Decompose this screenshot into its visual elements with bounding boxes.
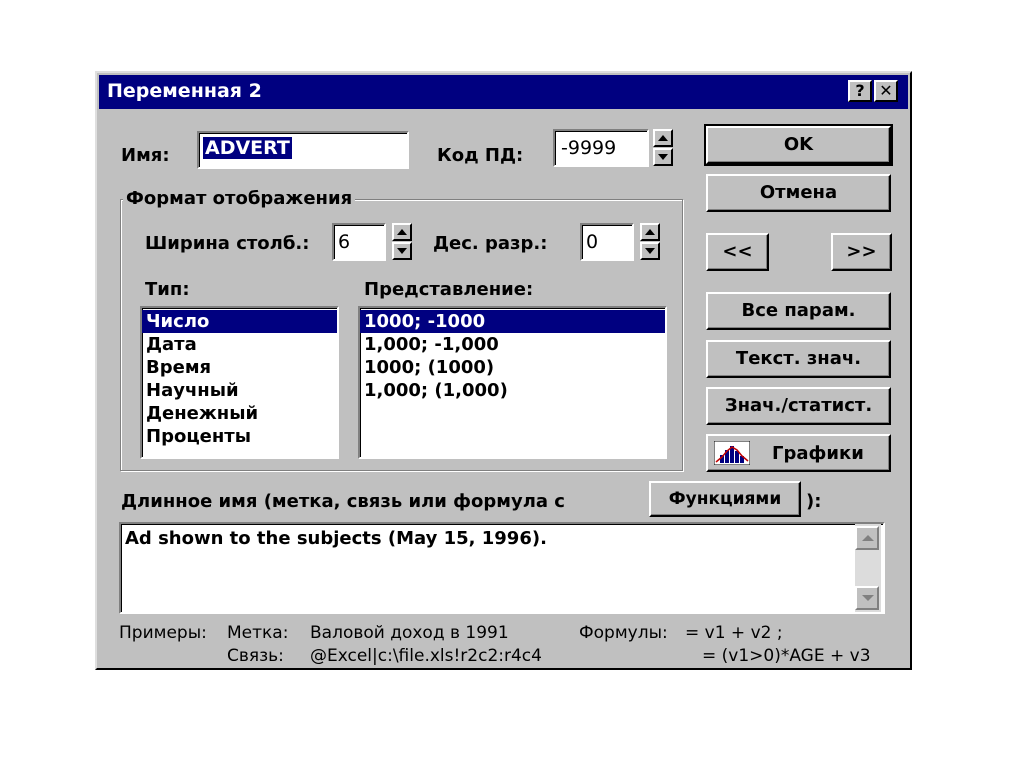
decimals-value: 0 (586, 231, 599, 253)
examples-link-value: @Excel|c:\file.xls!r2c2:r4c4 (310, 646, 542, 666)
examples-formula-2: = (v1>0)*AGE + v3 (702, 646, 871, 666)
list-item[interactable]: 1000; (1000) (360, 356, 665, 379)
examples-label-key: Метка: (227, 623, 289, 643)
column-width-spinner[interactable] (392, 223, 412, 261)
format-group-legend: Формат отображения (123, 188, 356, 209)
type-listbox[interactable]: Число Дата Время Научный Денежный Проценты (140, 306, 339, 459)
missing-code-input[interactable]: -9999 (553, 129, 649, 167)
arrow-down-icon (862, 595, 874, 601)
help-button[interactable]: ? (848, 80, 872, 102)
list-item[interactable]: Число (142, 310, 337, 333)
examples-formula-1: = v1 + v2 ; (685, 623, 783, 643)
missing-code-spinner[interactable] (653, 129, 673, 167)
list-item[interactable]: 1000; -1000 (360, 310, 665, 333)
column-width-label: Ширина столб.: (145, 233, 310, 254)
ok-button[interactable]: OK (704, 124, 893, 166)
list-item[interactable]: 1,000; -1,000 (360, 333, 665, 356)
column-width-value: 6 (338, 231, 351, 253)
arrow-up-icon (645, 229, 655, 235)
missing-code-label: Код ПД: (437, 145, 524, 166)
scroll-down-button[interactable] (855, 586, 879, 610)
graphs-button[interactable]: Графики (706, 434, 891, 472)
name-input[interactable]: ADVERT (197, 131, 409, 169)
spin-down-button[interactable] (392, 242, 412, 260)
long-name-textarea[interactable]: Ad shown to the subjects (May 15, 1996). (119, 522, 885, 614)
representation-label: Представление: (364, 279, 534, 300)
next-button[interactable]: >> (831, 233, 892, 271)
long-name-label: Длинное имя (метка, связь или формула с (121, 491, 565, 512)
list-item[interactable]: Дата (142, 333, 337, 356)
examples-link-key: Связь: (227, 646, 284, 666)
decimals-spinner[interactable] (640, 223, 660, 261)
text-values-button[interactable]: Текст. знач. (706, 340, 891, 378)
chart-icon (714, 441, 750, 465)
help-icon: ? (855, 81, 865, 100)
prev-button[interactable]: << (706, 233, 769, 271)
arrow-down-icon (645, 248, 655, 254)
spin-up-button[interactable] (640, 223, 660, 241)
arrow-down-icon (397, 248, 407, 254)
close-icon: ✕ (879, 81, 893, 100)
arrow-up-icon (862, 535, 874, 541)
close-button[interactable]: ✕ (874, 80, 898, 102)
list-item[interactable]: Денежный (142, 402, 337, 425)
arrow-up-icon (397, 229, 407, 235)
all-params-button[interactable]: Все парам. (706, 292, 891, 330)
type-label: Тип: (145, 279, 190, 300)
arrow-down-icon (658, 154, 668, 160)
window-title: Переменная 2 (107, 80, 262, 102)
long-name-value: Ad shown to the subjects (May 15, 1996). (125, 528, 547, 549)
functions-button[interactable]: Функциями (649, 481, 801, 517)
spin-up-button[interactable] (392, 223, 412, 241)
list-item[interactable]: Научный (142, 379, 337, 402)
spin-down-button[interactable] (653, 148, 673, 166)
examples-title: Примеры: (119, 623, 207, 643)
list-item[interactable]: 1,000; (1,000) (360, 379, 665, 402)
long-name-label-suffix: ): (806, 491, 822, 512)
title-bar: Переменная 2 ? ✕ (99, 75, 908, 109)
examples-label-value: Валовой доход в 1991 (310, 623, 509, 643)
arrow-up-icon (658, 135, 668, 141)
decimals-label: Дес. разр.: (433, 233, 548, 254)
list-item[interactable]: Проценты (142, 425, 337, 448)
name-input-value: ADVERT (203, 137, 292, 159)
missing-code-value: -9999 (561, 137, 617, 159)
spin-down-button[interactable] (640, 242, 660, 260)
values-stats-button[interactable]: Знач./статист. (706, 387, 891, 425)
representation-listbox[interactable]: 1000; -1000 1,000; -1,000 1000; (1000) 1,00… (358, 306, 667, 459)
decimals-input[interactable]: 0 (580, 223, 634, 261)
scroll-up-button[interactable] (855, 526, 879, 550)
name-label: Имя: (121, 145, 170, 166)
variable-dialog: Переменная 2 ? ✕ Имя: ADVERT Код ПД: -99… (95, 71, 912, 670)
list-item[interactable]: Время (142, 356, 337, 379)
graphs-button-label: Графики (772, 443, 864, 464)
examples-formula-key: Формулы: (579, 623, 668, 643)
column-width-input[interactable]: 6 (332, 223, 386, 261)
vertical-scrollbar[interactable] (855, 524, 881, 612)
spin-up-button[interactable] (653, 129, 673, 147)
cancel-button[interactable]: Отмена (706, 174, 891, 212)
